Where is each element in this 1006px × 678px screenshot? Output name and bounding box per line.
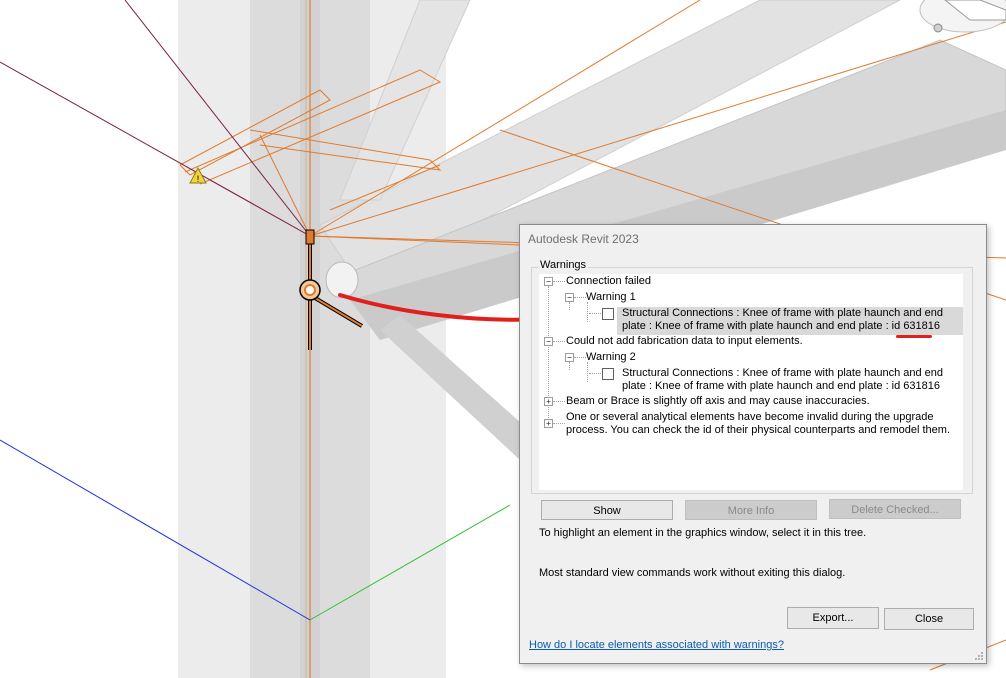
tree-node-connection-failed[interactable]: Connection failed (566, 275, 651, 288)
collapse-icon[interactable]: − (544, 277, 553, 286)
collapse-icon[interactable]: − (565, 293, 574, 302)
help-link[interactable]: How do I locate elements associated with… (529, 639, 784, 651)
warnings-tree[interactable]: − Connection failed − Warning 1 Structur… (539, 274, 963, 490)
close-button[interactable]: Close (884, 608, 974, 630)
more-info-button[interactable]: More Info (685, 500, 817, 520)
tree-item-1-line1[interactable]: Structural Connections : Knee of frame w… (622, 307, 943, 320)
element-id: 631816 (903, 320, 941, 332)
collapse-icon[interactable]: − (544, 337, 553, 346)
expand-icon[interactable]: + (544, 397, 553, 406)
view-cube[interactable] (919, 0, 1006, 33)
tree-guide (553, 281, 565, 282)
warnings-dialog: Autodesk Revit 2023 Warnings − Connectio… (519, 224, 987, 664)
tree-item-2-line1[interactable]: Structural Connections : Knee of frame w… (622, 367, 943, 380)
tree-node-could-not-add[interactable]: Could not add fabrication data to input … (566, 335, 803, 348)
tree-guide (589, 373, 601, 374)
tree-guide (553, 341, 565, 342)
warnings-group-label: Warnings (538, 259, 589, 271)
checkbox[interactable] (602, 308, 614, 320)
tree-guide (553, 401, 565, 402)
tree-guide (589, 313, 601, 314)
tree-node-analytical-line1[interactable]: One or several analytical elements have … (566, 411, 934, 424)
checkbox[interactable] (602, 368, 614, 380)
show-button[interactable]: Show (541, 500, 673, 520)
delete-checked-button[interactable]: Delete Checked... (829, 499, 961, 519)
tree-item-2-line2[interactable]: plate : Knee of frame with plate haunch … (622, 380, 940, 393)
tree-guide (553, 423, 565, 424)
tree-node-warning-1[interactable]: Warning 1 (586, 291, 636, 304)
dialog-title: Autodesk Revit 2023 (528, 232, 639, 246)
tree-guide (569, 302, 570, 310)
tree-guide (587, 302, 588, 322)
collapse-icon[interactable]: − (565, 353, 574, 362)
hint-view-commands: Most standard view commands work without… (539, 567, 846, 579)
tree-node-warning-2[interactable]: Warning 2 (586, 351, 636, 364)
export-button[interactable]: Export... (787, 607, 879, 629)
tree-guide (587, 362, 588, 382)
hint-highlight: To highlight an element in the graphics … (539, 527, 867, 539)
expand-icon[interactable]: + (544, 419, 553, 428)
tree-guide (569, 362, 570, 370)
tree-node-analytical-line2[interactable]: process. You can check the id of their p… (566, 424, 950, 437)
resize-grip-icon[interactable] (974, 651, 984, 661)
tree-guide (574, 357, 586, 358)
tree-node-beam-brace[interactable]: Beam or Brace is slightly off axis and m… (566, 395, 870, 408)
tree-guide (574, 297, 586, 298)
red-underline (896, 335, 932, 338)
pipe-end (325, 261, 359, 299)
svg-text:!: ! (197, 174, 200, 184)
tree-item-1-line2[interactable]: plate : Knee of frame with plate haunch … (622, 320, 940, 333)
tree-item-1-text: plate : Knee of frame with plate haunch … (622, 320, 904, 332)
